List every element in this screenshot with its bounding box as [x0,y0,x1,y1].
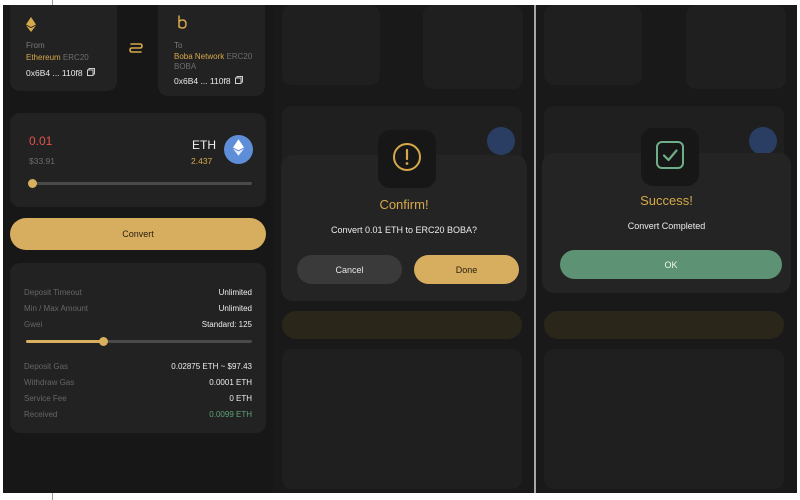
dimmed-to-card [686,5,786,89]
detail-row: Deposit Timeout Unlimited [24,288,252,297]
detail-key: Gwei [24,320,43,329]
fee-row: Deposit Gas 0.02875 ETH ~ $97.43 [24,362,252,371]
from-label: From [26,41,45,50]
gwei-slider-fill [26,340,103,343]
detail-key: Deposit Timeout [24,288,82,297]
detail-value: Unlimited [218,288,252,297]
to-address: 0x6B4 ... 110f8 [174,76,243,86]
dimmed-details-card [544,349,784,489]
detail-value: Standard: 125 [201,320,252,329]
from-token-type: ERC20 [62,53,89,62]
fee-key: Received [24,410,58,419]
to-token-type-line2: BOBA [174,62,197,71]
ok-button[interactable]: OK [560,250,782,279]
to-label: To [174,41,183,50]
check-square-icon [655,140,685,175]
copy-icon[interactable] [86,68,95,78]
success-title: Success! [640,193,693,208]
to-token-type: ERC20 [226,52,253,61]
amount-usd-value: $33.91 [29,156,55,166]
from-network-card[interactable]: From Ethereum ERC20 0x6B4 ... 110f8 [10,5,117,91]
fee-value: 0.0001 ETH [209,378,252,387]
amount-card: 0.01 $33.91 ETH 2.437 [10,113,266,207]
ethereum-icon [233,138,244,161]
to-network: Boba Network ERC20 BOBA [174,52,264,72]
fee-value: 0 ETH [229,394,252,403]
dimmed-convert-button [544,311,784,339]
ethereum-icon [26,17,36,37]
dimmed-convert-button [282,311,522,339]
screenshot-frame: From Ethereum ERC20 0x6B4 ... 110f8 To B… [3,5,797,493]
details-card: Deposit Timeout Unlimited Min / Max Amou… [10,263,266,433]
gwei-slider[interactable] [26,337,252,346]
bridge-panel: From Ethereum ERC20 0x6B4 ... 110f8 To B… [3,5,273,493]
dimmed-details-card [282,349,522,489]
fee-row: Withdraw Gas 0.0001 ETH [24,378,252,387]
fee-row: Received 0.0099 ETH [24,410,252,419]
token-selector[interactable] [224,135,253,164]
swap-direction-icon[interactable] [128,39,144,64]
token-symbol: ETH [192,138,216,152]
confirm-dialog: Confirm! Convert 0.01 ETH to ERC20 BOBA?… [281,130,527,301]
dimmed-from-card [544,5,642,85]
done-button[interactable]: Done [414,255,519,284]
dimmed-token-icon [749,127,777,155]
detail-row: Gwei Standard: 125 [24,320,252,329]
dimmed-to-card [423,5,523,89]
dimmed-from-card [282,5,380,85]
amount-input[interactable]: 0.01 [29,134,52,148]
fee-row: Service Fee 0 ETH [24,394,252,403]
detail-key: Min / Max Amount [24,304,89,313]
to-address-text: 0x6B4 ... 110f8 [174,76,231,86]
from-network-name: Ethereum [26,53,61,62]
from-address: 0x6B4 ... 110f8 [26,68,95,78]
confirm-panel: Confirm! Convert 0.01 ETH to ERC20 BOBA?… [273,5,534,493]
fee-key: Deposit Gas [24,362,69,371]
amount-slider-handle[interactable] [27,179,37,188]
exclamation-circle-icon [391,141,423,178]
cancel-button[interactable]: Cancel [297,255,402,284]
to-network-card[interactable]: To Boba Network ERC20 BOBA 0x6B4 ... 110… [158,5,265,96]
success-dialog: Success! Convert Completed OK [542,128,791,293]
token-balance: 2.437 [191,156,213,166]
confirm-icon-box [378,130,436,188]
from-address-text: 0x6B4 ... 110f8 [26,68,83,78]
from-network: Ethereum ERC20 [26,53,89,63]
confirm-message: Convert 0.01 ETH to ERC20 BOBA? [330,225,478,235]
received-value: 0.0099 ETH [209,410,252,419]
boba-network-icon [176,15,188,36]
fee-value: 0.02875 ETH ~ $97.43 [171,362,252,371]
fee-key: Service Fee [24,394,67,403]
amount-slider[interactable] [27,179,252,188]
copy-icon[interactable] [234,76,243,86]
detail-value: Unlimited [218,304,252,313]
confirm-title: Confirm! [379,197,429,212]
success-message: Convert Completed [627,221,706,231]
convert-button[interactable]: Convert [10,218,266,250]
success-panel: Success! Convert Completed OK [536,5,797,493]
dimmed-token-icon [487,127,515,155]
success-icon-box [641,128,699,186]
fee-key: Withdraw Gas [24,378,75,387]
crop-mark [52,493,53,500]
to-network-name: Boba Network [174,52,225,61]
detail-row: Min / Max Amount Unlimited [24,304,252,313]
gwei-slider-handle[interactable] [98,337,108,346]
